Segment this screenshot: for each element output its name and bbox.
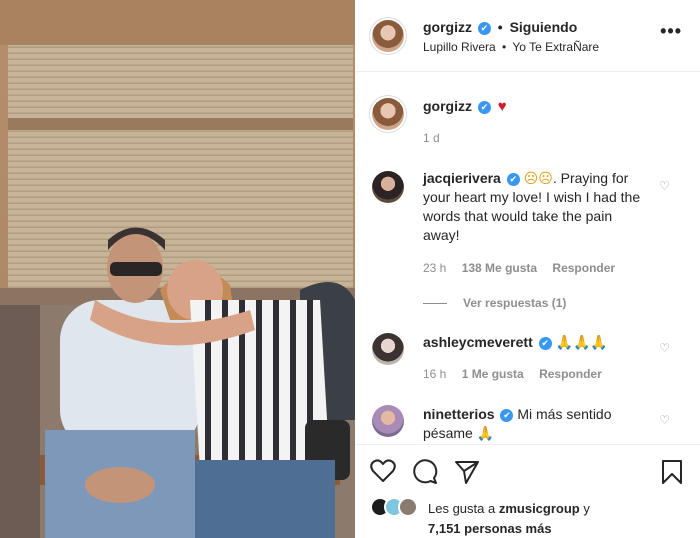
artist-link[interactable]: Lupillo Rivera bbox=[423, 40, 496, 54]
song-link[interactable]: Yo Te ExtraÑare bbox=[512, 40, 599, 54]
comment-likes[interactable]: 1 Me gusta bbox=[462, 367, 524, 381]
heart-icon[interactable] bbox=[370, 459, 396, 483]
comment-text: jacqierivera ✔ ☹☹. Praying for your hear… bbox=[423, 169, 643, 245]
view-replies-label: Ver respuestas (1) bbox=[463, 296, 567, 310]
commenter-avatar[interactable] bbox=[372, 171, 404, 203]
comment-text: ninetterios ✔ Mi más sentido pésame 🙏 bbox=[423, 405, 643, 443]
pray-emoji-icon: 🙏 bbox=[476, 425, 495, 441]
like-heart-icon[interactable]: ♡ bbox=[659, 341, 670, 355]
commenter-avatar[interactable] bbox=[372, 405, 404, 437]
likes-count-link[interactable]: 7,151 personas más bbox=[428, 521, 552, 536]
caption-line: gorgizz ✔ ♥ bbox=[423, 98, 507, 115]
verified-badge-icon: ✔ bbox=[477, 101, 491, 114]
comment-meta: 23 h 138 Me gusta Responder bbox=[423, 261, 627, 275]
author-avatar[interactable] bbox=[372, 20, 404, 52]
liker-avatar[interactable] bbox=[398, 497, 418, 517]
comment-likes[interactable]: 138 Me gusta bbox=[462, 261, 537, 275]
comments-list: gorgizz ✔ ♥ 1 d jacqierivera ✔ ☹☹. Prayi… bbox=[355, 73, 700, 453]
like-heart-icon[interactable]: ♡ bbox=[659, 179, 670, 193]
caption-avatar[interactable] bbox=[372, 98, 404, 130]
verified-badge-icon: ✔ bbox=[477, 22, 491, 35]
author-username[interactable]: gorgizz bbox=[423, 19, 472, 35]
post-details-panel: gorgizz ✔ • Siguiendo Lupillo Rivera • Y… bbox=[355, 0, 700, 538]
photo-illustration bbox=[0, 0, 355, 538]
liked-prefix: Les gusta a bbox=[428, 501, 496, 516]
post-header: gorgizz ✔ • Siguiendo Lupillo Rivera • Y… bbox=[355, 0, 700, 72]
comment-time[interactable]: 16 h bbox=[423, 367, 446, 381]
header-dot: • bbox=[497, 19, 503, 35]
view-replies-button[interactable]: Ver respuestas (1) bbox=[423, 296, 566, 310]
replies-divider bbox=[423, 303, 447, 305]
liked-user-link[interactable]: zmusicgroup bbox=[499, 501, 580, 516]
verified-badge-icon: ✔ bbox=[538, 337, 552, 350]
caption-time[interactable]: 1 d bbox=[423, 131, 440, 145]
following-button[interactable]: Siguiendo bbox=[510, 19, 578, 35]
post-footer: Les gusta a zmusicgroup y 7,151 personas… bbox=[355, 444, 700, 538]
commenter-username[interactable]: ashleycmeverett bbox=[423, 334, 533, 350]
pray-emoji-icon: 🙏🙏🙏 bbox=[555, 334, 608, 350]
verified-badge-icon: ✔ bbox=[506, 173, 520, 186]
liker-avatars bbox=[370, 497, 420, 517]
bookmark-icon[interactable] bbox=[660, 459, 684, 485]
more-options-icon[interactable]: ••• bbox=[660, 22, 682, 40]
heart-emoji-icon: ♥ bbox=[497, 98, 507, 115]
share-icon[interactable] bbox=[454, 459, 480, 485]
commenter-username[interactable]: jacqierivera bbox=[423, 170, 501, 186]
liked-suffix: y bbox=[583, 501, 590, 516]
caption-username[interactable]: gorgizz bbox=[423, 98, 472, 114]
commenter-username[interactable]: ninetterios bbox=[423, 406, 495, 422]
sad-emoji-icon: ☹☹ bbox=[523, 170, 553, 186]
comment-text: ashleycmeverett ✔ 🙏🙏🙏 bbox=[423, 333, 643, 352]
audio-line: Lupillo Rivera • Yo Te ExtraÑare bbox=[423, 40, 599, 54]
comment-time[interactable]: 23 h bbox=[423, 261, 446, 275]
likes-text: Les gusta a zmusicgroup y 7,151 personas… bbox=[428, 499, 698, 538]
like-heart-icon[interactable]: ♡ bbox=[659, 413, 670, 427]
comment-icon[interactable] bbox=[412, 459, 438, 485]
author-line: gorgizz ✔ • Siguiendo bbox=[423, 19, 577, 35]
audio-separator: • bbox=[502, 40, 507, 54]
reply-button[interactable]: Responder bbox=[552, 261, 615, 275]
reply-button[interactable]: Responder bbox=[539, 367, 602, 381]
commenter-avatar[interactable] bbox=[372, 333, 404, 365]
post-photo[interactable] bbox=[0, 0, 355, 538]
verified-badge-icon: ✔ bbox=[500, 409, 514, 422]
comment-meta: 16 h 1 Me gusta Responder bbox=[423, 367, 614, 381]
